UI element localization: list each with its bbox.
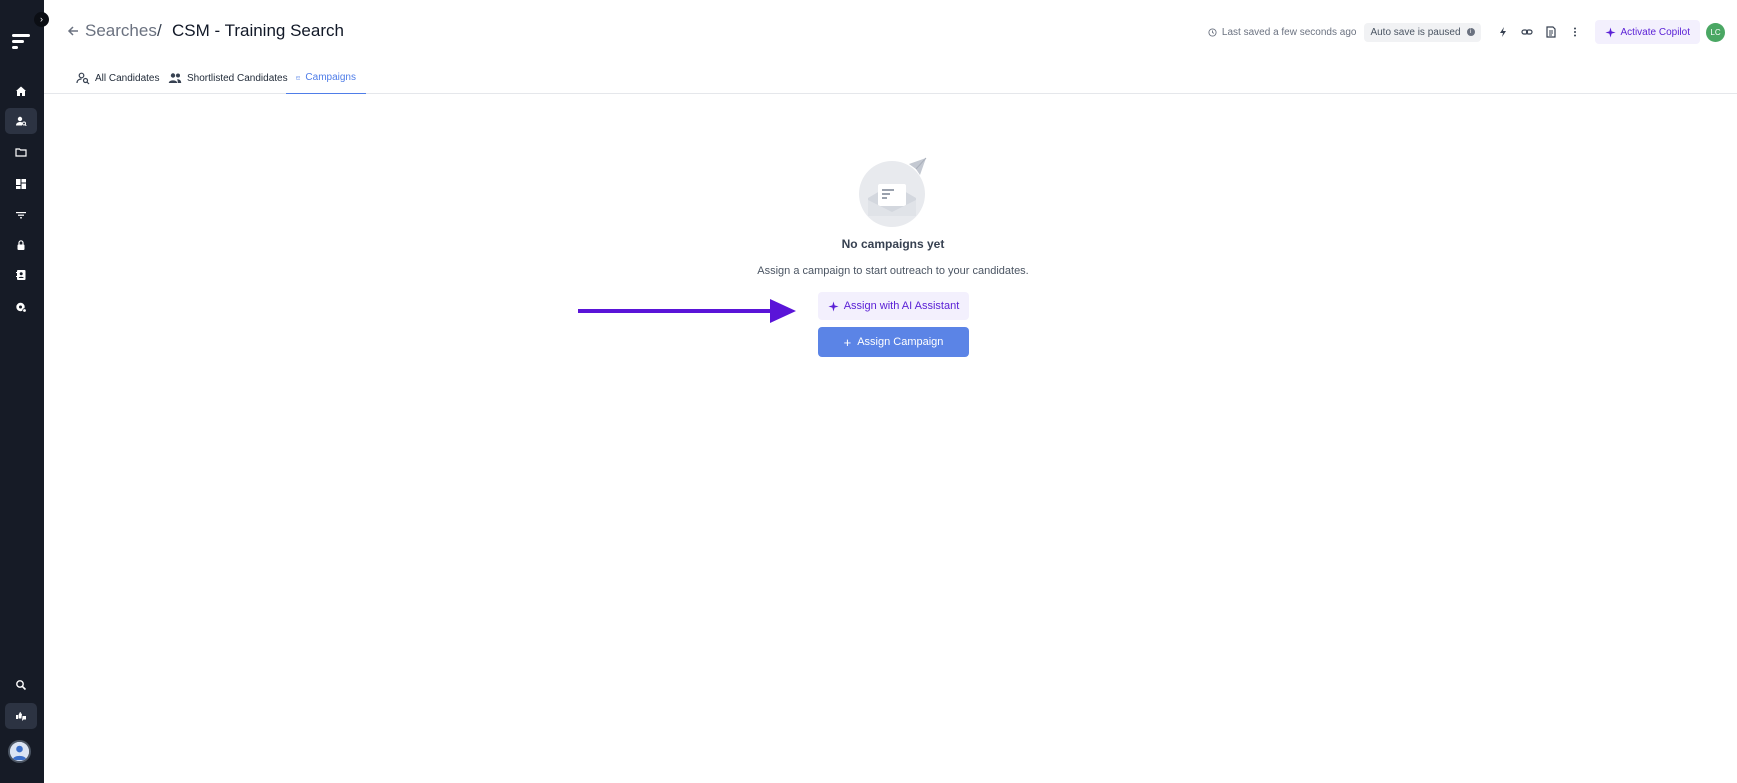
tab-all-candidates[interactable]: All Candidates	[76, 62, 159, 94]
sidebar-item-filter[interactable]	[5, 202, 37, 228]
tab-campaigns[interactable]: Campaigns	[286, 62, 366, 94]
sidebar-toggle-button[interactable]: ›	[34, 12, 49, 27]
activate-copilot-button[interactable]: Activate Copilot	[1594, 20, 1700, 44]
sidebar-item-search[interactable]	[5, 672, 37, 698]
empty-state-description: Assign a campaign to start outreach to y…	[757, 265, 1029, 277]
document-icon	[1545, 26, 1556, 38]
dashboard-icon	[16, 179, 26, 189]
last-saved-text: Last saved a few seconds ago	[1221, 26, 1357, 38]
assign-with-ai-assistant-label: Assign with AI Assistant	[843, 300, 960, 312]
plus-icon: +	[843, 334, 852, 350]
breadcrumb-searches-link[interactable]: Searches	[85, 21, 157, 41]
header-actions: Last saved a few seconds ago Auto save i…	[1208, 20, 1737, 44]
sidebar-item-candidate-search[interactable]	[5, 108, 37, 134]
sidebar-item-home[interactable]	[5, 78, 37, 104]
bolt-icon	[1499, 27, 1506, 37]
mail-icon	[296, 75, 301, 80]
empty-campaigns-illustration	[859, 157, 927, 227]
search-icon	[16, 680, 27, 691]
home-icon	[16, 86, 26, 96]
person-search-icon	[76, 72, 90, 85]
back-arrow-icon[interactable]	[66, 24, 80, 38]
app-window: › Searches / CSM - Training Search Last …	[0, 0, 1737, 783]
breadcrumb-separator: /	[157, 21, 162, 40]
avatar-image	[10, 742, 29, 761]
page-header: Searches / CSM - Training Search Last sa…	[44, 0, 1737, 62]
sidebar-item-dashboard[interactable]	[5, 171, 37, 197]
folder-icon	[15, 148, 27, 157]
autosave-badge[interactable]: Auto save is paused i	[1364, 22, 1481, 42]
sidebar-item-feedback[interactable]	[5, 703, 37, 729]
link-button[interactable]	[1517, 22, 1537, 42]
avatar[interactable]	[8, 740, 31, 763]
assign-campaign-label: Assign Campaign	[857, 336, 944, 348]
autosave-text: Auto save is paused	[1370, 26, 1461, 38]
sidebar-item-folder[interactable]	[5, 139, 37, 165]
activate-copilot-label: Activate Copilot	[1620, 26, 1690, 38]
clock-icon	[1208, 27, 1217, 37]
empty-state-title: No campaigns yet	[841, 237, 945, 251]
tab-shortlisted-candidates[interactable]: Shortlisted Candidates	[168, 62, 288, 94]
user-avatar-badge[interactable]: LC	[1706, 22, 1725, 42]
assign-with-ai-assistant-button[interactable]: Assign with AI Assistant	[818, 292, 969, 320]
tab-shortlisted-candidates-label: Shortlisted Candidates	[187, 72, 288, 84]
app-logo[interactable]	[10, 30, 34, 52]
link-icon	[1520, 29, 1533, 35]
filter-icon	[16, 212, 26, 219]
sidebar-item-settings[interactable]	[5, 294, 37, 320]
bolt-button[interactable]	[1493, 22, 1513, 42]
tab-campaigns-label: Campaigns	[305, 72, 356, 83]
more-options-button[interactable]	[1565, 22, 1585, 42]
annotation-arrow	[578, 299, 796, 323]
people-icon	[168, 73, 182, 83]
settings-icon	[16, 302, 27, 313]
more-vertical-icon	[1573, 27, 1576, 37]
sparkle-icon	[828, 300, 839, 312]
sidebar: ›	[0, 0, 49, 783]
info-icon: i	[1466, 28, 1475, 36]
assign-campaign-button[interactable]: + Assign Campaign	[818, 327, 969, 357]
feedback-icon	[16, 712, 26, 721]
last-saved-status: Last saved a few seconds ago	[1208, 26, 1357, 38]
candidate-search-icon	[16, 116, 27, 127]
tab-all-candidates-label: All Candidates	[95, 72, 160, 84]
document-button[interactable]	[1541, 22, 1561, 42]
sparkle-icon	[1604, 26, 1616, 38]
page-title: CSM - Training Search	[172, 21, 344, 40]
tab-bar: All Candidates Shortlisted Candidates Ca…	[44, 62, 1737, 94]
